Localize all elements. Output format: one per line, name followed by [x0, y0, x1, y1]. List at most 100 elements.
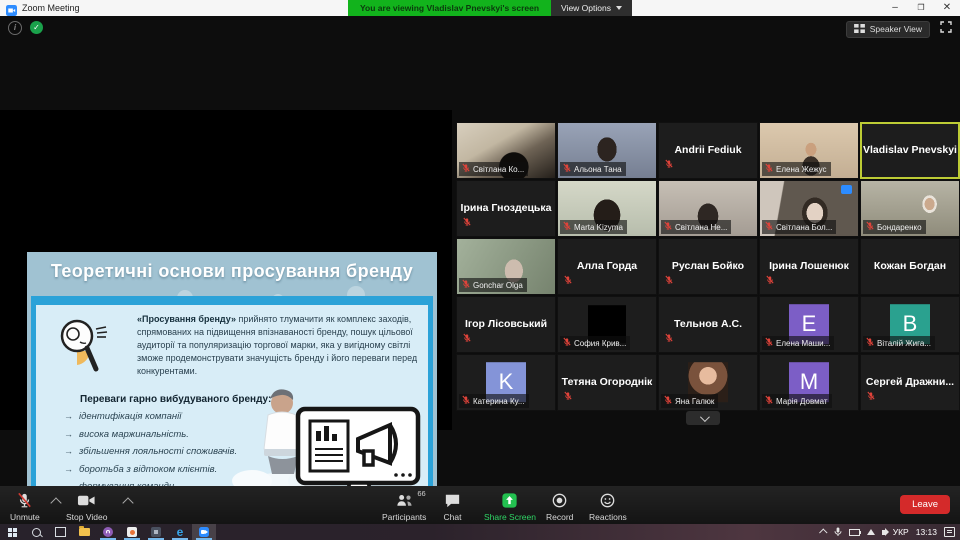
reactions-button[interactable]: Reactions	[589, 491, 627, 522]
participant-tile[interactable]: Vladislav Pnevskyi	[860, 122, 960, 179]
minimize-button[interactable]: –	[882, 0, 908, 16]
participant-name: Марія Довмат	[776, 397, 828, 406]
search-icon	[32, 528, 41, 537]
participant-label: Елена Жежус	[762, 162, 831, 176]
participant-tile[interactable]: Яна Галюк	[658, 354, 758, 411]
participant-tile[interactable]: Сергей Дражни...	[860, 354, 960, 411]
muted-mic-icon	[765, 272, 775, 290]
participant-tile[interactable]: Тельнов А.С.	[658, 296, 758, 353]
settings-app-button[interactable]	[144, 524, 168, 540]
meeting-info-icon[interactable]: i	[8, 21, 22, 35]
participant-tile[interactable]: Marta Kizyma	[557, 180, 657, 237]
start-button[interactable]	[0, 524, 24, 540]
grid-view-icon	[854, 24, 865, 35]
participant-name: Ірина Лошенюк	[760, 260, 858, 272]
taskbar-clock[interactable]: 13:13	[916, 527, 937, 537]
video-options-chevron[interactable]	[122, 497, 133, 508]
photos-app-button[interactable]	[120, 524, 144, 540]
muted-mic-icon	[462, 330, 472, 348]
muted-mic-icon	[664, 272, 674, 290]
network-icon[interactable]	[867, 529, 875, 535]
participant-tile[interactable]: Елена Жежус	[759, 122, 859, 179]
participant-tile[interactable]: Тетяна Огороднік	[557, 354, 657, 411]
zoom-app-icon	[6, 3, 17, 21]
fullscreen-icon[interactable]	[940, 20, 952, 38]
audio-options-chevron[interactable]	[50, 497, 61, 508]
participant-tile[interactable]: BВіталій Жига...	[860, 296, 960, 353]
participant-tile[interactable]: Ірина Гноздецька	[456, 180, 556, 237]
unmute-label: Unmute	[10, 512, 40, 522]
participant-tile[interactable]: Світлана Бол...	[759, 180, 859, 237]
participants-button[interactable]: 66 Participants	[382, 491, 426, 522]
task-view-button[interactable]	[48, 524, 72, 540]
file-explorer-button[interactable]	[72, 524, 96, 540]
stop-video-button[interactable]: Stop Video	[66, 491, 107, 522]
participant-name: Сергей Дражни...	[861, 376, 959, 388]
participant-tile[interactable]: KКатерина Ку...	[456, 354, 556, 411]
participant-name: Елена Жежус	[776, 165, 827, 174]
record-icon	[550, 491, 569, 510]
participant-tile[interactable]: Альона Тана	[557, 122, 657, 179]
leave-button[interactable]: Leave	[900, 495, 950, 514]
bullet-text: боротьба з відтоком клієнтів.	[79, 464, 217, 475]
muted-mic-icon	[663, 395, 673, 407]
edge-icon: e	[177, 527, 184, 537]
participant-tile[interactable]: MМарія Довмат	[759, 354, 859, 411]
record-label: Record	[546, 512, 573, 522]
participant-tile[interactable]: Кожан Богдан	[860, 238, 960, 295]
participant-label: Елена Маши...	[762, 336, 834, 350]
chat-bubble-icon	[443, 491, 462, 510]
participant-tile[interactable]: Світлана Ко...	[456, 122, 556, 179]
participant-tile[interactable]: Andrii Fediuk	[658, 122, 758, 179]
view-options-button[interactable]: View Options	[551, 0, 632, 16]
participant-tile[interactable]: Бондаренко	[860, 180, 960, 237]
slide-bullet: →висока маржинальність.	[64, 426, 237, 444]
share-screen-button[interactable]: Share Screen	[484, 491, 536, 522]
participant-tile[interactable]: Руслан Бойко	[658, 238, 758, 295]
viber-app-button[interactable]	[96, 524, 120, 540]
encryption-shield-icon[interactable]: ✓	[30, 21, 43, 34]
bullet-text: висока маржинальність.	[79, 429, 189, 440]
speaker-view-button[interactable]: Speaker View	[846, 21, 930, 38]
participant-label: Світлана Ко...	[459, 162, 528, 176]
muted-mic-icon	[462, 214, 472, 232]
hidden-icons-button[interactable]	[821, 529, 827, 535]
close-button[interactable]: ✕	[934, 0, 960, 16]
participant-name: Бондаренко	[877, 223, 922, 232]
participant-name: Світлана Бол...	[776, 223, 832, 232]
unmute-button[interactable]: Unmute	[10, 491, 40, 522]
participant-tile[interactable]: EЕлена Маши...	[759, 296, 859, 353]
shared-screen-area: Теоретичні основи просування бренду «Про…	[0, 110, 452, 430]
magnifier-illustration	[50, 313, 116, 379]
volume-icon[interactable]	[882, 530, 886, 535]
notification-center-button[interactable]	[944, 527, 955, 537]
chat-button[interactable]: Chat	[443, 491, 462, 522]
maximize-button[interactable]: ❐	[908, 0, 934, 16]
more-participants-button[interactable]	[686, 411, 720, 425]
window-title: Zoom Meeting	[22, 0, 80, 16]
battery-icon[interactable]	[849, 529, 860, 536]
zoom-taskbar-button[interactable]	[192, 524, 216, 540]
muted-mic-icon	[461, 395, 471, 407]
tray-microphone-icon[interactable]	[834, 527, 842, 537]
participant-tile[interactable]: Gonchar Olga	[456, 238, 556, 295]
participant-tile[interactable]: София Крив...	[557, 296, 657, 353]
participant-tile[interactable]: Ірина Лошенюк	[759, 238, 859, 295]
participant-name: Marta Kizyma	[574, 223, 623, 232]
muted-mic-icon	[461, 279, 471, 291]
participant-tile[interactable]: Алла Горда	[557, 238, 657, 295]
muted-mic-icon	[764, 395, 774, 407]
participant-name: Vladislav Pnevskyi	[862, 144, 958, 156]
screen-share-banner: You are viewing Vladislav Pnevskyi's scr…	[348, 0, 551, 16]
edge-app-button[interactable]: e	[168, 524, 192, 540]
taskbar-search-button[interactable]	[24, 524, 48, 540]
participant-tile[interactable]: Світлана Не...	[658, 180, 758, 237]
share-screen-icon	[500, 491, 519, 510]
muted-mic-icon	[563, 388, 573, 406]
task-view-icon	[55, 527, 66, 537]
language-indicator[interactable]: УКР	[893, 527, 909, 537]
participant-tile[interactable]: Ігор Лісовський	[456, 296, 556, 353]
participant-label: Яна Галюк	[661, 394, 718, 408]
muted-mic-icon	[764, 337, 774, 349]
record-button[interactable]: Record	[546, 491, 573, 522]
